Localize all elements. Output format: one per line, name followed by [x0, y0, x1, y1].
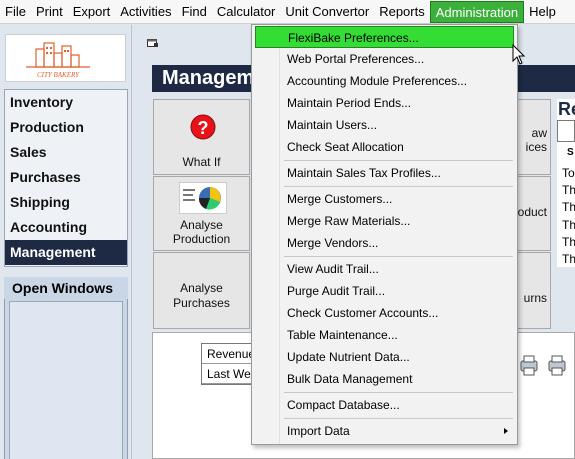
nav-shipping[interactable]: Shipping	[5, 190, 127, 215]
menu-unit-convertor[interactable]: Unit Convertor	[280, 1, 374, 23]
menu-item-maintain-sales-tax-profiles[interactable]: Maintain Sales Tax Profiles...	[255, 162, 514, 184]
menu-item-merge-vendors[interactable]: Merge Vendors...	[255, 232, 514, 254]
report-line: Th	[562, 218, 575, 232]
menu-separator	[284, 392, 513, 393]
menu-item-compact-database[interactable]: Compact Database...	[255, 394, 514, 416]
svg-text:CITY BAKERY: CITY BAKERY	[37, 71, 80, 79]
menu-administration[interactable]: Administration	[429, 0, 525, 23]
report-input[interactable]	[557, 120, 575, 142]
menu-item-accounting-module-preferences[interactable]: Accounting Module Preferences...	[255, 70, 514, 92]
menu-separator	[284, 418, 513, 419]
menu-find[interactable]: Find	[177, 1, 212, 23]
mouse-cursor-icon	[512, 44, 526, 65]
analyse-production-tile[interactable]: Analyse Production	[153, 176, 250, 251]
menu-separator	[284, 186, 513, 187]
product-label: oduct	[517, 205, 547, 219]
submenu-arrow-icon	[504, 428, 508, 434]
administration-dropdown: FlexiBake Preferences... Web Portal Pref…	[251, 24, 518, 445]
menu-export[interactable]: Export	[68, 1, 116, 23]
menu-file[interactable]: File	[0, 1, 31, 23]
menu-item-view-audit-trail[interactable]: View Audit Trail...	[255, 258, 514, 280]
menu-print[interactable]: Print	[31, 1, 68, 23]
menu-item-maintain-users[interactable]: Maintain Users...	[255, 114, 514, 136]
print-icons	[520, 355, 566, 376]
report-line: Th	[562, 252, 575, 266]
sidebar: CITY BAKERY Inventory Production Sales P…	[0, 25, 132, 459]
printer-icon[interactable]	[520, 355, 538, 376]
analyse-purchases-label: Analyse Purchases	[173, 281, 230, 310]
menu-item-merge-raw-materials[interactable]: Merge Raw Materials...	[255, 210, 514, 232]
window-icon	[147, 39, 158, 47]
pie-chart-icon	[179, 182, 227, 214]
nav-production[interactable]: Production	[5, 115, 127, 140]
question-icon: ?	[190, 114, 216, 140]
menu-item-import-data[interactable]: Import Data	[255, 420, 514, 442]
open-windows-panel	[4, 299, 128, 459]
open-windows-header: Open Windows	[4, 277, 128, 299]
svg-text:?: ?	[198, 118, 209, 138]
printer-preview-icon[interactable]	[548, 355, 566, 376]
menu-separator	[284, 160, 513, 161]
menu-reports[interactable]: Reports	[374, 1, 430, 23]
analyse-purchases-tile[interactable]: Analyse Purchases	[153, 252, 250, 329]
what-if-tile[interactable]: ? What If	[153, 99, 250, 175]
report-line: Th	[562, 200, 575, 214]
menu-activities[interactable]: Activities	[115, 1, 176, 23]
menu-item-merge-customers[interactable]: Merge Customers...	[255, 188, 514, 210]
menu-separator	[284, 256, 513, 257]
report-line: Th	[562, 183, 575, 197]
menu-help[interactable]: Help	[524, 1, 561, 23]
open-windows-list[interactable]	[9, 301, 123, 459]
menu-item-update-nutrient-data[interactable]: Update Nutrient Data...	[255, 346, 514, 368]
import-data-label: Import Data	[287, 424, 350, 438]
nav-inventory[interactable]: Inventory	[5, 90, 127, 115]
menu-item-web-portal-preferences[interactable]: Web Portal Preferences...	[255, 48, 514, 70]
report-subheading: S	[567, 147, 574, 158]
menu-item-bulk-data-management[interactable]: Bulk Data Management	[255, 368, 514, 390]
city-bakery-logo: CITY BAKERY	[5, 34, 126, 82]
report-line: Th	[562, 235, 575, 249]
menu-item-check-customer-accounts[interactable]: Check Customer Accounts...	[255, 302, 514, 324]
menu-bar: File Print Export Activities Find Calcul…	[0, 0, 575, 24]
module-nav: Inventory Production Sales Purchases Shi…	[4, 89, 128, 267]
menu-item-flexibake-preferences[interactable]: FlexiBake Preferences...	[255, 26, 514, 48]
nav-management[interactable]: Management	[5, 240, 127, 265]
nav-accounting[interactable]: Accounting	[5, 215, 127, 240]
raw-prices-label: aw ices	[525, 126, 547, 154]
menu-item-purge-audit-trail[interactable]: Purge Audit Trail...	[255, 280, 514, 302]
menu-item-maintain-period-ends[interactable]: Maintain Period Ends...	[255, 92, 514, 114]
nav-sales[interactable]: Sales	[5, 140, 127, 165]
returns-label: urns	[523, 291, 547, 305]
what-if-label: What If	[182, 155, 221, 169]
menu-calculator[interactable]: Calculator	[212, 1, 281, 23]
report-line: To	[562, 166, 575, 180]
menu-item-check-seat-allocation[interactable]: Check Seat Allocation	[255, 136, 514, 158]
nav-purchases[interactable]: Purchases	[5, 165, 127, 190]
analyse-production-label: Analyse Production	[172, 218, 231, 246]
report-title: Re	[558, 99, 575, 119]
menu-item-table-maintenance[interactable]: Table Maintenance...	[255, 324, 514, 346]
